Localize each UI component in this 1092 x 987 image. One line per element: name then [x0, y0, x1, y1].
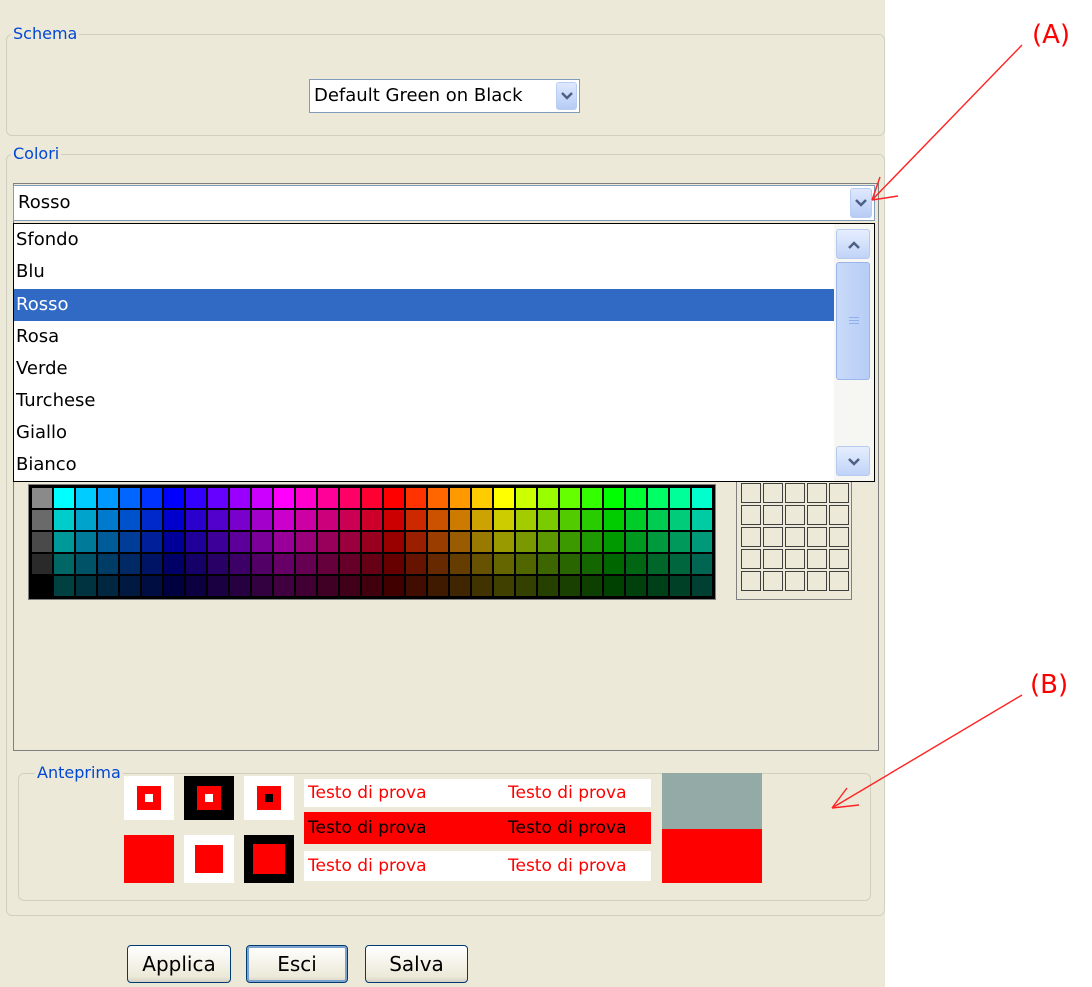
list-item-turchese[interactable]: Turchese: [14, 385, 834, 417]
chevron-up-icon: [848, 241, 860, 249]
arrow-icon: [831, 44, 1023, 809]
list-item-rosa[interactable]: Rosa: [14, 321, 834, 353]
list-item-blu[interactable]: Blu: [14, 256, 834, 288]
scroll-up-button[interactable]: [836, 229, 870, 259]
dropdown-scrollbar[interactable]: [834, 224, 874, 481]
list-item-giallo[interactable]: Giallo: [14, 417, 834, 449]
scroll-thumb-grip-icon: [849, 323, 859, 324]
chevron-down-icon: [848, 458, 860, 466]
scroll-thumb-grip-icon: [849, 320, 859, 321]
scroll-down-button[interactable]: [836, 446, 870, 476]
scroll-thumb[interactable]: [836, 262, 870, 380]
list-item-bianco[interactable]: Bianco: [14, 449, 834, 481]
colori-dropdown-list[interactable]: Sfondo Blu Rosso Rosa Verde Turchese Gia…: [13, 223, 875, 482]
list-item-verde[interactable]: Verde: [14, 353, 834, 385]
scroll-thumb-grip-icon: [849, 317, 859, 318]
list-item-rosso[interactable]: Rosso: [14, 289, 834, 321]
list-item-sfondo[interactable]: Sfondo: [14, 224, 834, 256]
